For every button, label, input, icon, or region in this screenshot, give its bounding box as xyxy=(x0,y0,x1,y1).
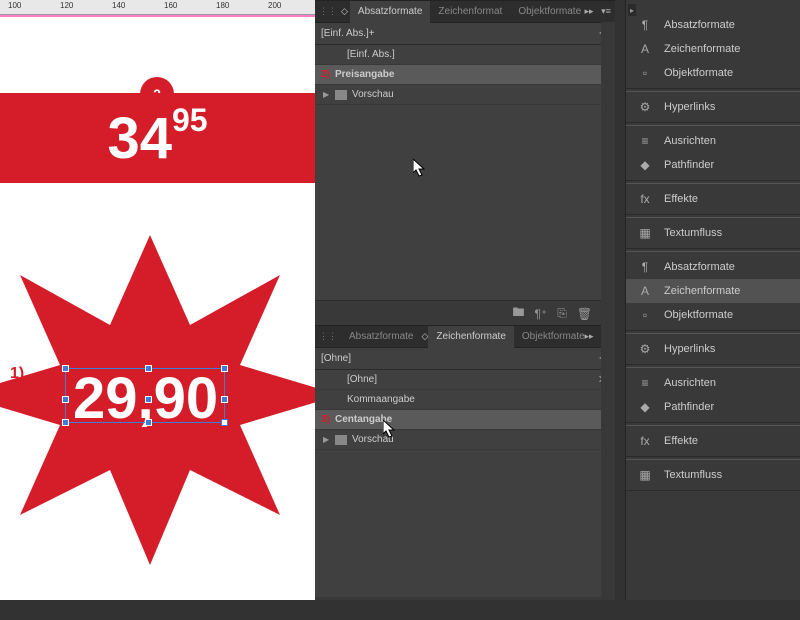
tab-absatzformate2[interactable]: Absatzformate xyxy=(341,326,421,348)
arrow-icon: ➤ xyxy=(30,373,47,398)
character-styles-list: [Ohne]✕ Kommaangabe 3)Centangabe ▶Vorsch… xyxy=(315,370,615,450)
dock-icon: ⚙ xyxy=(636,341,654,357)
dock-item-effekte[interactable]: fxEffekte xyxy=(626,187,800,211)
dock-item-objektformate[interactable]: ▫Objektformate xyxy=(626,61,800,85)
dock-expand-icon[interactable]: ▸ xyxy=(628,4,636,16)
tab-zeichenformate2[interactable]: Zeichenformate xyxy=(428,326,513,348)
dock-item-ausrichten[interactable]: ≡Ausrichten xyxy=(626,371,800,395)
grip-icon[interactable]: ⋮⋮ xyxy=(315,6,341,17)
ruler-horizontal: 100 120 140 160 180 200 xyxy=(0,0,315,15)
dock-icon: A xyxy=(636,283,654,299)
new-style-icon[interactable]: ⎘ xyxy=(557,306,567,321)
dock-icon: ≡ xyxy=(636,375,654,391)
panel-menu-icon[interactable]: ▾≡ xyxy=(599,6,613,18)
dock-item-absatzformate[interactable]: ¶Absatzformate xyxy=(626,255,800,279)
paragraph-styles-list: [Einf. Abs.] 2)Preisangabe ▶Vorschau xyxy=(315,45,615,105)
collapse-icon[interactable]: ▸▸ xyxy=(582,6,596,18)
dock-icon: ¶ xyxy=(636,17,654,33)
list-item-folder[interactable]: ▶Vorschau xyxy=(315,430,615,450)
right-dock: ▸ ¶AbsatzformateAZeichenformate▫Objektfo… xyxy=(625,0,800,600)
clear-overrides-icon[interactable]: ¶⁺ xyxy=(534,307,547,321)
dock-icon: ▫ xyxy=(636,307,654,323)
dock-item-effekte[interactable]: fxEffekte xyxy=(626,429,800,453)
list-item-folder[interactable]: ▶Vorschau xyxy=(315,85,615,105)
dock-icon: fx xyxy=(636,191,654,207)
dock-icon: A xyxy=(636,41,654,57)
list-item-preisangabe[interactable]: 2)Preisangabe xyxy=(315,65,615,85)
dock-icon: ¶ xyxy=(636,259,654,275)
dock-icon: ⚙ xyxy=(636,99,654,115)
list-item-kommaangabe[interactable]: Kommaangabe xyxy=(315,390,615,410)
list-item-ohne[interactable]: [Ohne]✕ xyxy=(315,370,615,390)
tab-zeichenformat[interactable]: Zeichenformat xyxy=(430,1,510,23)
paragraph-styles-panel: ⋮⋮ ◇ Absatzformate Zeichenformat Objektf… xyxy=(315,0,615,325)
dock-item-zeichenformate[interactable]: AZeichenformate xyxy=(626,279,800,303)
dock-item-hyperlinks[interactable]: ⚙Hyperlinks xyxy=(626,95,800,119)
dock-icon: ▫ xyxy=(636,65,654,81)
selection-box[interactable] xyxy=(65,368,225,423)
dock-icon: ◆ xyxy=(636,157,654,173)
delete-icon[interactable]: 🗑 xyxy=(577,307,592,321)
dock-icon: ▦ xyxy=(636,225,654,241)
tab-objektformate[interactable]: Objektformate xyxy=(510,1,589,23)
dock-item-zeichenformate[interactable]: AZeichenformate xyxy=(626,37,800,61)
dock-item-pathfinder[interactable]: ◆Pathfinder xyxy=(626,395,800,419)
dock-icon: ◆ xyxy=(636,399,654,415)
folder-icon xyxy=(335,90,347,100)
dock-item-hyperlinks[interactable]: ⚙Hyperlinks xyxy=(626,337,800,361)
dock-item-objektformate[interactable]: ▫Objektformate xyxy=(626,303,800,327)
price-banner: 3495 xyxy=(0,93,315,183)
dock-item-absatzformate[interactable]: ¶Absatzformate xyxy=(626,13,800,37)
panel-header: [Ohne] ✦ xyxy=(315,348,615,370)
dock-icon: ≡ xyxy=(636,133,654,149)
list-item[interactable]: [Einf. Abs.] xyxy=(315,45,615,65)
annotation-marker-1: 1) xyxy=(10,365,24,383)
dock-item-textumfluss[interactable]: ▦Textumfluss xyxy=(626,463,800,487)
dock-icon: fx xyxy=(636,433,654,449)
folder-new-icon[interactable]: 🖿 xyxy=(512,303,524,324)
dock-item-textumfluss[interactable]: ▦Textumfluss xyxy=(626,221,800,245)
panel-footer: 🖿 ¶⁺ ⎘ 🗑 ◢ xyxy=(315,300,615,326)
dock-item-pathfinder[interactable]: ◆Pathfinder xyxy=(626,153,800,177)
character-styles-panel: ⋮⋮ Absatzformate ◇ Zeichenformate Objekt… xyxy=(315,325,615,600)
dock-icon: ▦ xyxy=(636,467,654,483)
grip-icon[interactable]: ⋮⋮ xyxy=(315,331,341,342)
folder-icon xyxy=(335,435,347,445)
dock-item-ausrichten[interactable]: ≡Ausrichten xyxy=(626,129,800,153)
collapse-icon[interactable]: ▸▸ xyxy=(582,331,596,343)
document-canvas[interactable]: 2 3495 1) ➤ 29,90 xyxy=(0,15,315,600)
tab-absatzformate[interactable]: Absatzformate xyxy=(350,1,430,23)
panel-header: [Einf. Abs.]+ ✦ xyxy=(315,23,615,45)
panels-column: ⋮⋮ ◇ Absatzformate Zeichenformat Objektf… xyxy=(315,0,615,600)
scrollbar[interactable] xyxy=(601,22,615,600)
list-item-centangabe[interactable]: 3)Centangabe xyxy=(315,410,615,430)
tab-objektformate2[interactable]: Objektformate xyxy=(514,326,593,348)
